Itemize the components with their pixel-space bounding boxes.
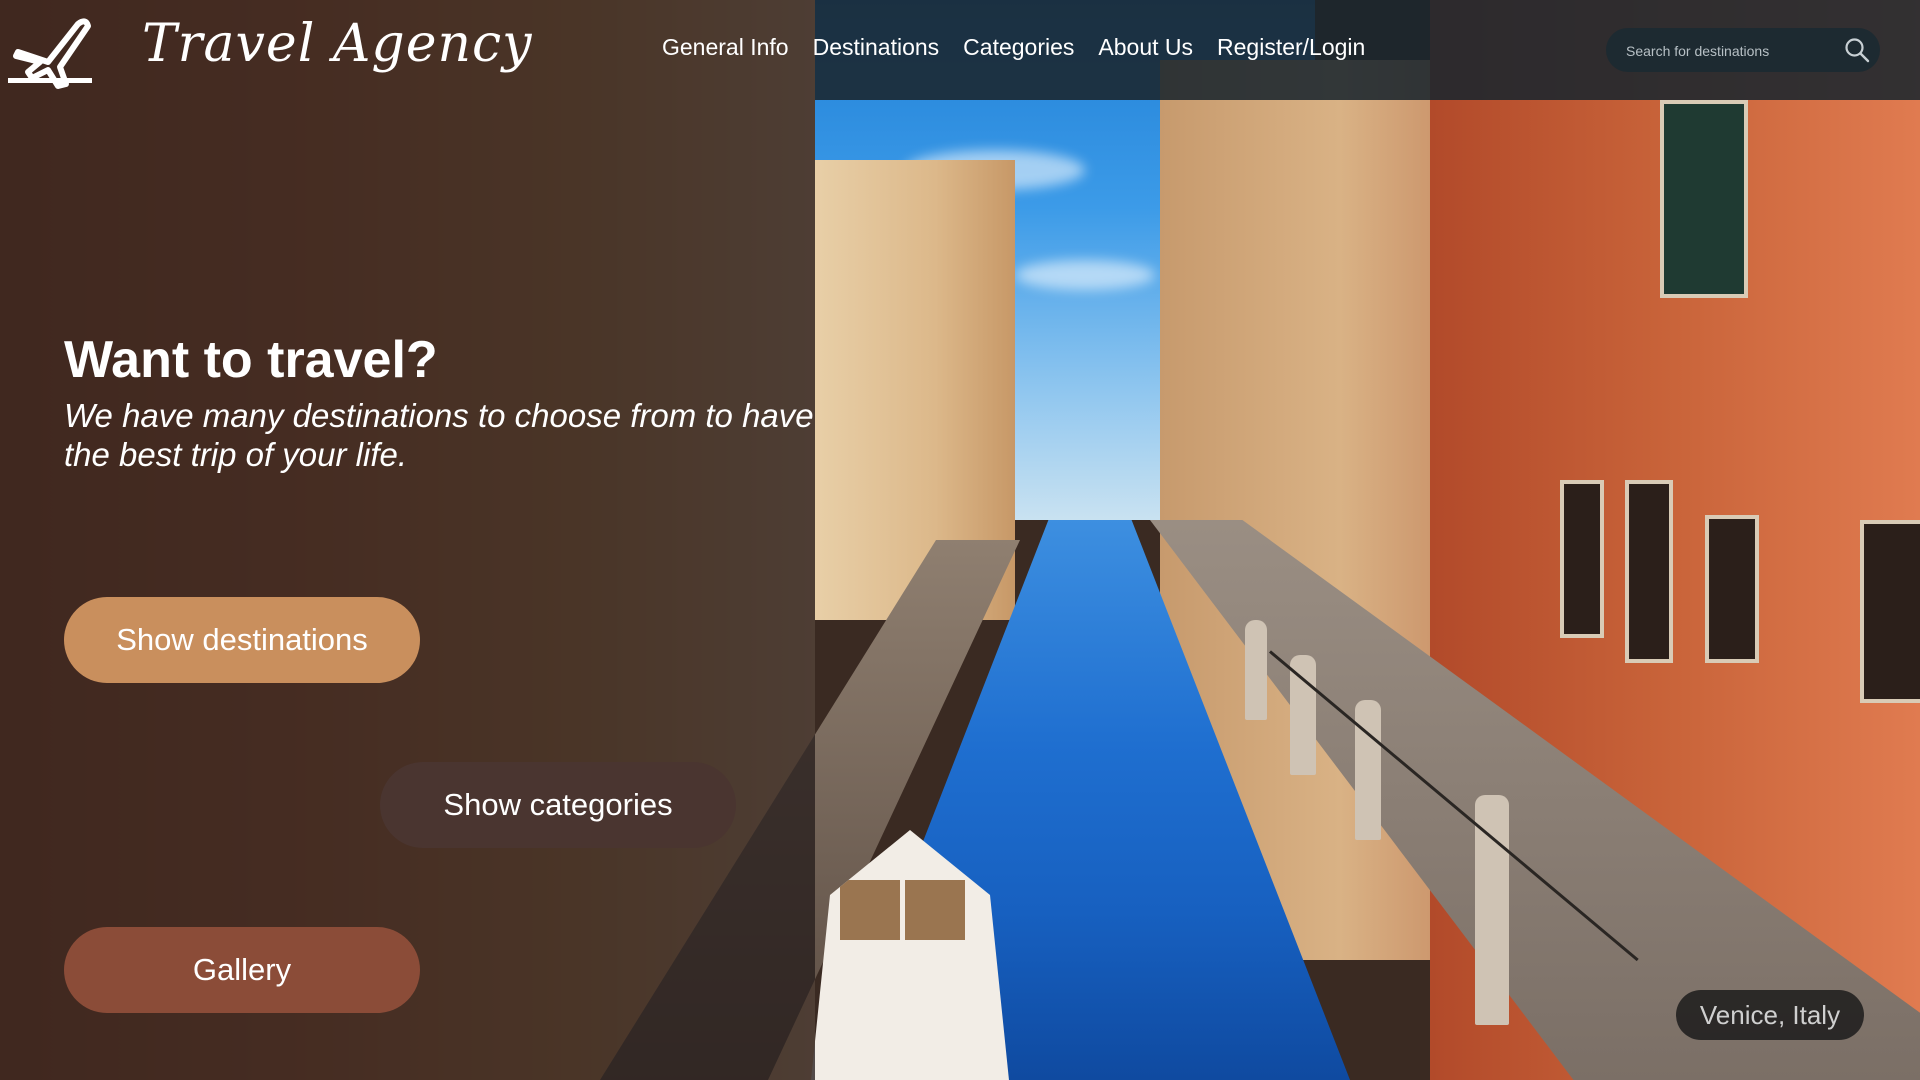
building-window [1625, 480, 1673, 663]
brand-name[interactable]: Travel Agency [142, 14, 532, 74]
hero-title: Want to travel? [64, 331, 438, 389]
photo-location-caption: Venice, Italy [1676, 990, 1864, 1040]
show-categories-button[interactable]: Show categories [380, 762, 736, 848]
left-dark-overlay [0, 0, 815, 1080]
gallery-button[interactable]: Gallery [64, 927, 420, 1013]
building-window [1560, 480, 1604, 638]
show-destinations-button[interactable]: Show destinations [64, 597, 420, 683]
nav-destinations[interactable]: Destinations [801, 34, 952, 61]
airplane-icon [8, 18, 92, 89]
nav-general-info[interactable]: General Info [650, 34, 801, 61]
building-window [1705, 515, 1759, 663]
nav-register-login[interactable]: Register/Login [1205, 34, 1377, 61]
search-input[interactable] [1624, 28, 1838, 74]
search-bar [1606, 28, 1880, 74]
main-nav: General Info Destinations Categories Abo… [650, 34, 1377, 61]
boat-plank [905, 880, 965, 940]
bollard [1245, 620, 1267, 720]
cloud [1015, 260, 1155, 290]
nav-categories[interactable]: Categories [951, 34, 1086, 61]
bollard [1355, 700, 1381, 840]
hero-subtitle: We have many destinations to choose from… [64, 397, 814, 473]
nav-about-us[interactable]: About Us [1086, 34, 1205, 61]
building-window [1860, 520, 1920, 703]
boat-plank [840, 880, 900, 940]
building-shutter [1660, 100, 1748, 298]
search-icon[interactable] [1844, 37, 1870, 63]
hero-background-photo [0, 0, 1920, 1080]
